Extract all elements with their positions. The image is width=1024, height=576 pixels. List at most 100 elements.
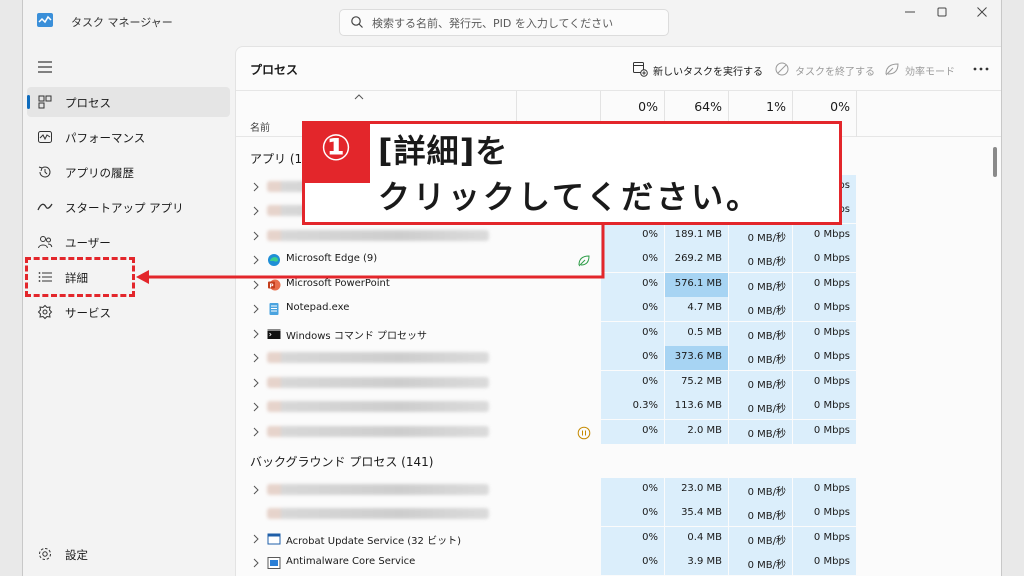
minimize-icon <box>905 11 915 13</box>
task-manager-icon <box>37 13 53 27</box>
details-highlight-box <box>25 257 135 297</box>
process-row[interactable]: 0% 23.0 MB 0 MB/秒 0 Mbps <box>236 478 993 502</box>
network-cell: 0 Mbps <box>793 395 856 419</box>
close-button[interactable] <box>965 6 999 22</box>
chevron-right-icon[interactable] <box>252 534 260 544</box>
cpu-column-header[interactable]: 0% <box>601 99 658 114</box>
more-options-icon[interactable] <box>972 61 990 77</box>
chevron-right-icon[interactable] <box>252 558 260 568</box>
process-row[interactable]: 0% 35.4 MB 0 MB/秒 0 Mbps <box>236 502 993 526</box>
network-cell: 0 Mbps <box>793 322 856 346</box>
efficiency-label: 効率モード <box>905 67 955 78</box>
background-group-header: バックグラウンド プロセス (141) <box>250 455 434 469</box>
network-cell: 0 Mbps <box>793 224 856 248</box>
process-row[interactable]: Windows コマンド プロセッサ 0% 0.5 MB 0 MB/秒 0 Mbps <box>236 322 993 346</box>
scrollbar-thumb[interactable] <box>993 147 997 177</box>
hamburger-menu-icon[interactable] <box>37 60 53 74</box>
redacted-process-name <box>267 426 489 437</box>
process-row[interactable]: Antimalware Core Service 0% 3.9 MB 0 MB/秒 0 … <box>236 551 993 575</box>
end-task-icon <box>775 62 789 76</box>
process-row[interactable]: 0.3% 113.6 MB 0 MB/秒 0 Mbps <box>236 395 993 419</box>
process-name: Notepad.exe <box>286 302 350 313</box>
cpu-cell: 0% <box>601 551 664 575</box>
settings-label: 設定 <box>65 548 88 562</box>
app-history-icon <box>38 166 51 178</box>
chevron-right-icon[interactable] <box>252 280 260 290</box>
chevron-right-icon[interactable] <box>252 485 260 495</box>
cpu-cell: 0% <box>601 420 664 444</box>
title-bar: タスク マネージャー <box>23 0 1001 44</box>
process-row[interactable]: Microsoft Edge (9) 0% 269.2 MB 0 MB/秒 0 Mbps <box>236 248 993 272</box>
redacted-process-name <box>267 352 489 363</box>
sidebar-item-users[interactable]: ユーザー <box>27 227 230 257</box>
performance-icon <box>38 131 52 143</box>
disk-cell: 0 MB/秒 <box>729 224 792 248</box>
chevron-right-icon[interactable] <box>252 427 260 437</box>
chevron-right-icon[interactable] <box>252 378 260 388</box>
sidebar-item-performance[interactable]: パフォーマンス <box>27 122 230 152</box>
toolbar: プロセス 新しいタスクを実行する タスクを終了する 効率モード <box>236 47 1001 91</box>
sort-ascending-icon[interactable] <box>354 93 364 101</box>
disk-cell: 0 MB/秒 <box>729 502 792 526</box>
network-cell: 0 Mbps <box>793 527 856 551</box>
leaf-icon <box>885 63 899 76</box>
sidebar-item-label: サービス <box>65 306 111 320</box>
process-row[interactable]: 0% 75.2 MB 0 MB/秒 0 Mbps <box>236 371 993 395</box>
memory-cell: 2.0 MB <box>665 420 728 444</box>
sidebar-item-processes[interactable]: プロセス <box>27 87 230 117</box>
chevron-right-icon[interactable] <box>252 255 260 265</box>
task-manager-window: タスク マネージャー プロセス <box>22 0 1002 576</box>
end-task-label: タスクを終了する <box>795 67 875 78</box>
sidebar-item-startup-apps[interactable]: スタートアップ アプリ <box>27 192 230 222</box>
process-row[interactable]: P Microsoft PowerPoint 0% 576.1 MB 0 MB/秒 0 M… <box>236 273 993 297</box>
efficiency-leaf-icon <box>577 253 591 267</box>
sidebar-item-services[interactable]: サービス <box>27 297 230 327</box>
chevron-right-icon[interactable] <box>252 231 260 241</box>
callout-line-2: クリックしてください。 <box>378 178 762 216</box>
network-cell: 0 Mbps <box>793 248 856 272</box>
chevron-right-icon[interactable] <box>252 353 260 363</box>
cpu-cell: 0% <box>601 322 664 346</box>
sidebar-item-label: スタートアップ アプリ <box>65 201 184 215</box>
process-row[interactable]: Acrobat Update Service (32 ビット) 0% 0.4 MB 0… <box>236 527 993 551</box>
process-row[interactable]: 0% 2.0 MB 0 MB/秒 0 Mbps <box>236 420 993 444</box>
disk-cell: 0 MB/秒 <box>729 551 792 575</box>
powerpoint-icon: P <box>267 277 281 291</box>
redacted-process-name <box>267 484 489 495</box>
cpu-cell: 0% <box>601 527 664 551</box>
chevron-right-icon[interactable] <box>252 329 260 339</box>
network-cell: 0 Mbps <box>793 273 856 297</box>
settings-gear-icon <box>39 548 51 560</box>
memory-column-header[interactable]: 64% <box>665 99 722 114</box>
chevron-right-icon[interactable] <box>252 206 260 216</box>
disk-cell: 0 MB/秒 <box>729 478 792 502</box>
network-cell: 0 Mbps <box>793 478 856 502</box>
chevron-right-icon[interactable] <box>252 402 260 412</box>
run-task-label: 新しいタスクを実行する <box>653 67 763 78</box>
maximize-button[interactable] <box>925 6 959 22</box>
disk-column-header[interactable]: 1% <box>729 99 786 114</box>
search-box[interactable] <box>339 9 669 36</box>
startup-apps-icon <box>37 203 53 211</box>
chevron-right-icon[interactable] <box>252 304 260 314</box>
minimize-button[interactable] <box>893 6 927 22</box>
chevron-right-icon[interactable] <box>252 182 260 192</box>
memory-cell: 75.2 MB <box>665 371 728 395</box>
run-task-icon <box>633 62 648 77</box>
process-row[interactable]: Notepad.exe 0% 4.7 MB 0 MB/秒 0 Mbps <box>236 297 993 321</box>
sidebar-item-app-history[interactable]: アプリの履歴 <box>27 157 230 187</box>
process-name: Acrobat Update Service (32 ビット) <box>286 536 461 547</box>
apps-group-header: アプリ (11 <box>250 152 310 166</box>
network-cell: 0 Mbps <box>793 551 856 575</box>
processes-icon <box>38 95 52 109</box>
process-row[interactable]: 0% 373.6 MB 0 MB/秒 0 Mbps <box>236 346 993 370</box>
sidebar-item-label: アプリの履歴 <box>65 166 134 180</box>
memory-cell: 0.4 MB <box>665 527 728 551</box>
network-column-header[interactable]: 0% <box>793 99 850 114</box>
process-row[interactable]: 0% 189.1 MB 0 MB/秒 0 Mbps <box>236 224 993 248</box>
network-cell: 0 Mbps <box>793 420 856 444</box>
column-name-header[interactable]: 名前 <box>250 119 270 134</box>
sidebar-item-settings[interactable]: 設定 <box>27 539 230 569</box>
search-input[interactable] <box>372 14 662 32</box>
memory-cell: 576.1 MB <box>665 273 728 297</box>
